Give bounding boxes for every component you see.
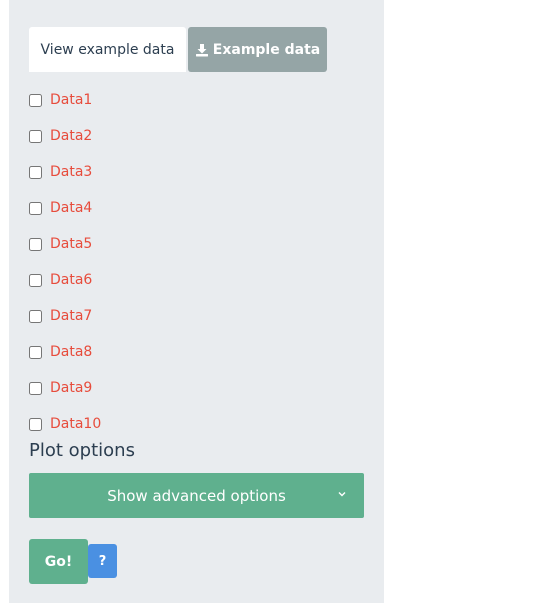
dataset-item: Data10 [29,406,101,442]
dataset-item: Data8 [29,334,101,370]
help-button[interactable]: ? [88,544,117,578]
dataset-label[interactable]: Data4 [50,200,92,216]
dataset-label[interactable]: Data2 [50,128,92,144]
dataset-label[interactable]: Data3 [50,164,92,180]
chevron-down-icon [338,492,346,497]
dataset-item: Data7 [29,298,101,334]
dataset-label[interactable]: Data10 [50,416,101,432]
dataset-label[interactable]: Data8 [50,344,92,360]
dataset-item: Data3 [29,154,101,190]
dataset-item: Data5 [29,226,101,262]
view-example-data-label: View example data [40,41,175,58]
dataset-label[interactable]: Data7 [50,308,92,324]
dataset-item: Data4 [29,190,101,226]
dataset-checkbox[interactable] [29,381,42,395]
dataset-item: Data9 [29,370,101,406]
download-example-data-label: Example data [212,41,321,58]
dataset-item: Data6 [29,262,101,298]
help-label: ? [98,553,107,569]
download-icon [195,43,208,56]
dataset-checkbox-list: Data1 Data2 Data3 Data4 Data5 Data6 Data7 Data8… [29,82,101,442]
dataset-item: Data1 [29,82,101,118]
show-advanced-options-button[interactable]: Show advanced options [29,473,364,518]
dataset-checkbox[interactable] [29,273,42,287]
example-data-buttons: View example data Example data [29,27,327,72]
dataset-checkbox[interactable] [29,93,42,107]
dataset-label[interactable]: Data6 [50,272,92,288]
dataset-item: Data2 [29,118,101,154]
go-label: Go! [44,553,73,570]
dataset-checkbox[interactable] [29,165,42,179]
dataset-checkbox[interactable] [29,345,42,359]
download-example-data-button[interactable]: Example data [188,27,327,72]
sidebar-panel: View example data Example data Data1 Data… [9,0,384,603]
go-button[interactable]: Go! [29,539,88,584]
dataset-label[interactable]: Data1 [50,92,92,108]
dataset-label[interactable]: Data9 [50,380,92,396]
dataset-checkbox[interactable] [29,201,42,215]
show-advanced-options-label: Show advanced options [107,486,286,505]
plot-options-heading: Plot options [29,440,135,461]
dataset-checkbox[interactable] [29,417,42,431]
view-example-data-button[interactable]: View example data [29,27,186,72]
dataset-checkbox[interactable] [29,237,42,251]
dataset-checkbox[interactable] [29,309,42,323]
dataset-checkbox[interactable] [29,129,42,143]
dataset-label[interactable]: Data5 [50,236,92,252]
